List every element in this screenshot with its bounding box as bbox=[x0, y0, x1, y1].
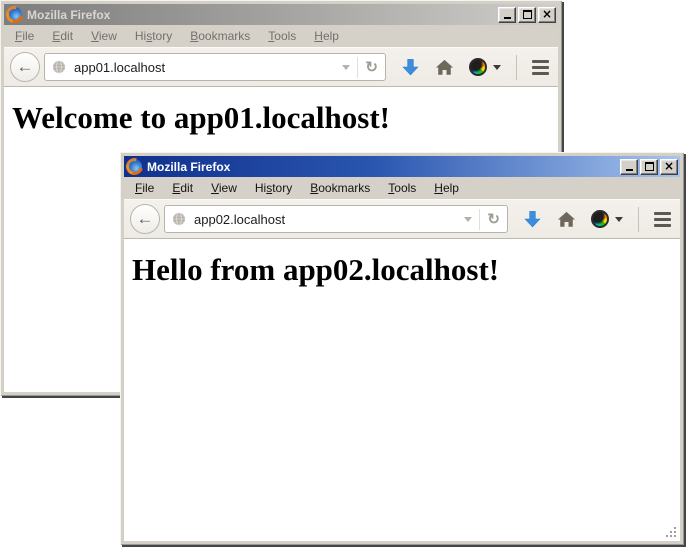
reload-button[interactable]: ↻ bbox=[357, 57, 381, 78]
menu-item-edit[interactable]: Edit bbox=[163, 178, 202, 198]
globe-icon bbox=[52, 60, 66, 74]
home-button[interactable] bbox=[557, 210, 576, 229]
resize-grip[interactable] bbox=[665, 526, 679, 540]
close-button[interactable]: × bbox=[660, 159, 678, 175]
extension-colorwheel-button[interactable] bbox=[469, 58, 501, 76]
menu-item-bookmarks[interactable]: Bookmarks bbox=[181, 26, 259, 46]
url-input[interactable]: app02.localhost bbox=[194, 212, 457, 227]
titlebar[interactable]: Mozilla Firefox × bbox=[124, 156, 680, 177]
maximize-button[interactable] bbox=[640, 159, 658, 175]
page-heading: Welcome to app01.localhost! bbox=[12, 100, 558, 136]
window-title: Mozilla Firefox bbox=[147, 160, 618, 174]
close-icon: × bbox=[542, 8, 552, 20]
colorwheel-icon bbox=[469, 58, 487, 76]
chevron-down-icon bbox=[615, 217, 623, 222]
window-title: Mozilla Firefox bbox=[27, 8, 496, 22]
maximize-icon bbox=[645, 162, 654, 171]
globe-icon bbox=[172, 212, 186, 226]
home-icon bbox=[435, 58, 454, 77]
firefox-icon bbox=[127, 159, 142, 174]
colorwheel-icon bbox=[591, 210, 609, 228]
url-bar[interactable]: app02.localhost ↻ bbox=[164, 205, 508, 233]
back-button[interactable]: ← bbox=[130, 204, 160, 234]
url-bar[interactable]: app01.localhost ↻ bbox=[44, 53, 386, 81]
url-dropdown-icon[interactable] bbox=[464, 217, 472, 222]
minimize-button[interactable] bbox=[498, 7, 516, 23]
toolbar-separator bbox=[638, 207, 639, 232]
titlebar[interactable]: Mozilla Firefox × bbox=[4, 4, 558, 25]
home-icon bbox=[557, 210, 576, 229]
hamburger-icon bbox=[654, 212, 671, 215]
menu-item-history[interactable]: History bbox=[126, 26, 181, 46]
menu-item-bookmarks[interactable]: Bookmarks bbox=[301, 178, 379, 198]
back-arrow-icon: ← bbox=[17, 57, 34, 77]
menu-item-view[interactable]: View bbox=[202, 178, 246, 198]
download-icon bbox=[401, 58, 420, 77]
download-icon bbox=[523, 210, 542, 229]
maximize-icon bbox=[523, 10, 532, 19]
open-menu-button[interactable] bbox=[654, 210, 671, 228]
minimize-button[interactable] bbox=[620, 159, 638, 175]
menu-item-file[interactable]: File bbox=[126, 178, 163, 198]
close-icon: × bbox=[664, 160, 674, 172]
menu-item-view[interactable]: View bbox=[82, 26, 126, 46]
menu-item-help[interactable]: Help bbox=[425, 178, 468, 198]
hamburger-icon bbox=[532, 60, 549, 63]
menu-item-tools[interactable]: Tools bbox=[379, 178, 425, 198]
menu-item-history[interactable]: History bbox=[246, 178, 301, 198]
navigation-toolbar: ← app02.localhost ↻ bbox=[124, 199, 680, 239]
download-button[interactable] bbox=[401, 58, 420, 77]
back-button[interactable]: ← bbox=[10, 52, 40, 82]
menu-item-help[interactable]: Help bbox=[305, 26, 348, 46]
firefox-icon bbox=[7, 7, 22, 22]
menu-item-file[interactable]: File bbox=[6, 26, 43, 46]
toolbar-separator bbox=[516, 55, 517, 80]
desktop: { "windows": [ { "title": "Mozilla Firef… bbox=[0, 0, 688, 551]
maximize-button[interactable] bbox=[518, 7, 536, 23]
page-heading: Hello from app02.localhost! bbox=[132, 252, 680, 288]
extension-colorwheel-button[interactable] bbox=[591, 210, 623, 228]
browser-window-app02[interactable]: Mozilla Firefox × File Edit View History… bbox=[120, 152, 684, 545]
menu-item-edit[interactable]: Edit bbox=[43, 26, 82, 46]
chevron-down-icon bbox=[493, 65, 501, 70]
open-menu-button[interactable] bbox=[532, 58, 549, 76]
minimize-icon bbox=[626, 169, 633, 171]
minimize-icon bbox=[504, 17, 511, 19]
menu-bar: File Edit View History Bookmarks Tools H… bbox=[124, 177, 680, 199]
url-input[interactable]: app01.localhost bbox=[74, 60, 335, 75]
close-button[interactable]: × bbox=[538, 7, 556, 23]
window-controls: × bbox=[496, 7, 556, 23]
back-arrow-icon: ← bbox=[137, 209, 154, 229]
download-button[interactable] bbox=[523, 210, 542, 229]
reload-button[interactable]: ↻ bbox=[479, 209, 503, 230]
page-content: Hello from app02.localhost! bbox=[124, 239, 680, 541]
navigation-toolbar: ← app01.localhost ↻ bbox=[4, 47, 558, 87]
window-controls: × bbox=[618, 159, 678, 175]
menu-item-tools[interactable]: Tools bbox=[259, 26, 305, 46]
url-dropdown-icon[interactable] bbox=[342, 65, 350, 70]
home-button[interactable] bbox=[435, 58, 454, 77]
menu-bar: File Edit View History Bookmarks Tools H… bbox=[4, 25, 558, 47]
